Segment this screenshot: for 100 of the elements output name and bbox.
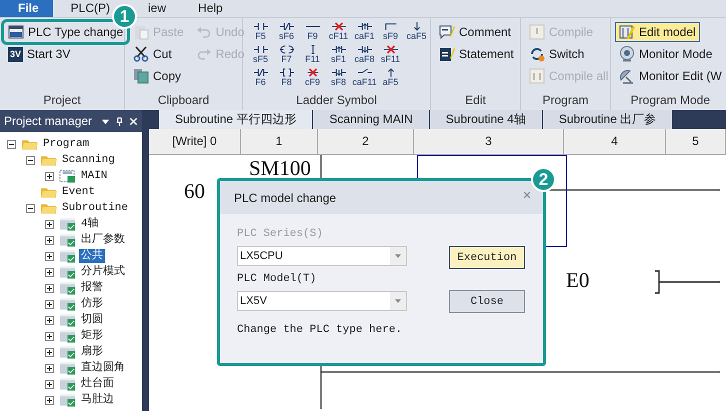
tree-item[interactable]: 报警 [79,281,105,295]
note-icon [439,46,455,62]
tree-item[interactable]: MAIN [79,169,110,183]
tree-item[interactable]: 公共 [79,249,105,263]
menu-item[interactable]: File [0,0,53,17]
ladder-symbol-button[interactable]: sF9 [381,22,400,44]
tree-item[interactable]: 切圆 [79,313,105,327]
ladder-symbol-button[interactable]: aF5 [381,68,400,90]
ladder-symbol-button[interactable]: sF1 [329,45,348,67]
expand-icon[interactable] [45,284,54,292]
tree-item[interactable]: 扇形 [79,345,105,359]
tree-item[interactable]: Program [41,137,92,151]
tree-item[interactable]: Scanning [60,153,117,167]
expand-icon[interactable] [45,268,54,276]
editor-tab[interactable]: Subroutine 平行四边形 [159,110,312,129]
dropdown-icon[interactable] [101,116,110,126]
compile-icon [529,24,545,40]
group-label: Edit [464,92,487,109]
tree-item[interactable]: 马肚边 [79,393,116,407]
column-header: 4 [564,129,666,155]
panel-title: Project manager [4,114,94,128]
tree-item[interactable]: Event [60,185,98,199]
editor-tab[interactable]: Scanning MAIN [313,110,429,129]
tree-item[interactable]: 直边圆角 [79,361,127,375]
undo-icon [196,24,212,40]
ladder-symbol-button[interactable]: F7 [277,45,296,67]
pin-icon[interactable] [115,116,124,126]
copy-button[interactable]: Copy [129,66,188,86]
cut-button[interactable]: Cut [129,44,188,64]
vertical-line-icon [310,45,314,54]
subroutine-icon [59,393,76,407]
ladder-symbol-button[interactable]: caF1 [355,22,374,44]
edit-model-button[interactable]: Edit model [615,22,700,42]
rising-edge-icon [332,45,346,54]
ladder-symbol-button[interactable]: cF9 [303,68,322,90]
folder-icon [40,185,57,199]
ladder-symbol-button[interactable]: sF6 [277,22,296,44]
ladder-symbol-button[interactable]: F9 [303,22,322,44]
step-number: 60 [184,179,205,204]
expand-icon[interactable] [45,172,54,180]
subroutine-icon [59,361,76,375]
editor-tab[interactable]: Subroutine 4轴 [430,110,542,129]
folder-icon [40,201,57,215]
expand-icon[interactable] [45,332,54,340]
monitor-edit-button[interactable]: Monitor Edit (W [615,66,726,86]
monitor-button[interactable]: Monitor Mode [615,44,726,64]
comment-button[interactable]: Comment [435,22,516,42]
pencil-icon [619,24,635,40]
ladder-symbol-button[interactable]: caF8 [355,45,374,67]
ladder-symbol-button[interactable]: sF8 [329,68,348,90]
expand-icon[interactable] [45,380,54,388]
collapse-icon[interactable] [26,156,35,164]
expand-icon[interactable] [45,236,54,244]
delete-icon [332,22,346,31]
expand-icon[interactable] [45,364,54,372]
ladder-symbol-button[interactable]: F5 [251,22,270,44]
close-button[interactable]: Close [449,290,525,313]
ladder-symbol-button[interactable]: cF11 [329,22,348,44]
tree-item[interactable]: Subroutine [60,201,130,215]
ladder-symbol-button[interactable]: F8 [277,68,296,90]
ladder-symbol-button[interactable]: caF11 [355,68,374,90]
expand-icon[interactable] [45,316,54,324]
copy-icon [133,68,149,84]
tree-item[interactable]: 矩形 [79,329,105,343]
group-label: Clipboard [156,92,210,109]
expand-icon[interactable] [45,220,54,228]
delete-icon [384,45,398,54]
subroutine-icon [59,329,76,343]
menu-item[interactable]: iew [144,0,170,17]
collapse-icon[interactable] [26,204,35,212]
tree-item[interactable]: 出厂参数 [79,233,127,247]
editor-tab[interactable]: Subroutine 出厂参 [542,110,672,129]
ladder-symbol-button[interactable]: sF5 [251,45,270,67]
series-dropdown[interactable]: LX5CPU [237,246,407,266]
device-label: SM100 [249,156,311,181]
dropdown-arrow-icon [395,298,401,304]
menu-item[interactable]: Help [184,0,237,17]
tree-item[interactable]: 分片模式 [79,265,127,279]
execute-button[interactable]: Execution [449,246,525,269]
ladder-symbol-button[interactable]: caF5 [407,22,426,44]
tree-item[interactable]: 灶台面 [79,377,116,391]
statement-button[interactable]: Statement [435,44,516,64]
closed-contact-icon [254,68,268,77]
model-dropdown[interactable]: LX5V [237,291,407,311]
switch-button[interactable]: Switch [525,44,606,64]
coil-label: E0 [566,268,590,293]
ladder-symbol-button[interactable]: sF11 [381,45,400,67]
expand-icon[interactable] [45,348,54,356]
expand-icon[interactable] [45,252,54,260]
tree-item[interactable]: 4轴 [79,217,101,231]
delete-icon [306,68,320,77]
ladder-symbol-button[interactable]: F6 [251,68,270,90]
start-3v-button[interactable]: 3V Start 3V [4,44,120,64]
corner-line-icon [384,22,398,31]
ladder-symbol-button[interactable]: F11 [303,45,322,67]
collapse-icon[interactable] [7,140,16,148]
expand-icon[interactable] [45,300,54,308]
dropdown-arrow-icon [395,254,401,258]
tree-item[interactable]: 仿形 [79,297,105,311]
expand-icon[interactable] [45,396,54,404]
